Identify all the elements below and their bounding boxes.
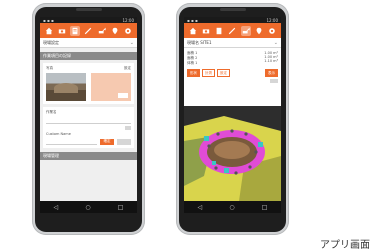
excavator-icon[interactable]: [240, 25, 251, 36]
right-phone: ▪ ▪ ▪ 12:00 現場名 SITE1 ⌄ 面積 1 面積 2 体積 1 1…: [176, 3, 289, 235]
sub-header-label: 現場名 SITE1: [187, 39, 212, 45]
field-label: 作業名: [46, 110, 57, 114]
home-icon[interactable]: [188, 26, 198, 36]
recent-apps-icon[interactable]: □: [262, 204, 268, 211]
sub-header[interactable]: 現場名 SITE1 ⌄: [184, 38, 281, 48]
cancel-button[interactable]: [117, 138, 131, 145]
tag-button-settings[interactable]: 設定: [217, 69, 230, 77]
measure-icon[interactable]: [227, 26, 237, 36]
site-photo[interactable]: [46, 73, 86, 101]
camera-icon[interactable]: [57, 26, 67, 36]
back-icon[interactable]: ◁: [198, 204, 203, 211]
recent-apps-icon[interactable]: □: [118, 204, 124, 211]
right-phone-screen: ▪ ▪ ▪ 12:00 現場名 SITE1 ⌄ 面積 1 面積 2 体積 1 1…: [184, 17, 281, 213]
tag-button-shape[interactable]: 形状: [187, 69, 200, 77]
sub-header-label: 現場設定: [43, 39, 59, 45]
marker-4[interactable]: [212, 161, 216, 165]
status-icons: ▪ ▪ ▪: [187, 17, 198, 23]
left-phone-speaker: [75, 8, 102, 11]
home-nav-icon[interactable]: ○: [85, 204, 90, 211]
photo-label: 写真: [46, 66, 53, 70]
toggle-button[interactable]: [125, 126, 131, 130]
caption: アプリ画面: [320, 240, 370, 251]
section-header-footer: 現場管理: [40, 152, 137, 160]
view-button[interactable]: 表示: [265, 69, 278, 77]
measurements-panel: 面積 1 面積 2 体積 1 1.00 m² 1.00 m² 1.10 m³ 形…: [184, 48, 281, 83]
measure-icon[interactable]: [83, 26, 93, 36]
pit-inner: [214, 141, 250, 159]
app-toolbar: [40, 23, 137, 38]
chevron-down-icon[interactable]: ⌄: [130, 40, 134, 46]
sub-field-label: Custom Name: [46, 132, 71, 136]
app-toolbar: [184, 23, 281, 38]
photo-placeholder[interactable]: [91, 73, 131, 101]
custom-name-input[interactable]: [46, 138, 97, 145]
document-icon[interactable]: [214, 26, 224, 36]
right-phone-speaker: [219, 8, 246, 11]
terrain-3d-view[interactable]: [184, 106, 281, 201]
add-photo-button[interactable]: [118, 93, 128, 98]
marker-1[interactable]: [204, 136, 209, 141]
android-navbar: ◁ ○ □: [40, 201, 137, 213]
document-icon[interactable]: [70, 25, 81, 36]
home-nav-icon[interactable]: ○: [229, 204, 234, 211]
status-time: 12:00: [266, 17, 278, 23]
location-pin-icon[interactable]: [110, 26, 120, 36]
work-name-input[interactable]: [46, 117, 131, 124]
photo-card: 写真 設定: [43, 63, 134, 104]
secondary-toggle[interactable]: [270, 79, 278, 83]
row-value-3: 1.10 m³: [264, 59, 278, 63]
excavator-icon[interactable]: [97, 26, 107, 36]
back-icon[interactable]: ◁: [54, 204, 59, 211]
confirm-button[interactable]: 確定: [100, 138, 114, 145]
marker-2[interactable]: [258, 142, 263, 147]
android-navbar: ◁ ○ □: [184, 201, 281, 213]
sub-header[interactable]: 現場設定 ⌄: [40, 38, 137, 48]
home-icon[interactable]: [44, 26, 54, 36]
marker-3[interactable]: [224, 168, 229, 173]
camera-icon[interactable]: [201, 26, 211, 36]
location-pin-icon[interactable]: [254, 26, 264, 36]
tag-button-measure[interactable]: 計測: [202, 69, 215, 77]
status-icons: ▪ ▪ ▪: [43, 17, 54, 23]
chevron-down-icon[interactable]: ⌄: [274, 40, 278, 46]
settings-label: 設定: [124, 66, 131, 70]
gear-icon[interactable]: [123, 26, 133, 36]
field-card: 作業名 Custom Name 確定: [43, 107, 134, 148]
left-phone-screen: ▪ ▪ ▪ 12:00 現場設定 ⌄ 作業項目の記録 写真 設定 作業名 Cus…: [40, 17, 137, 213]
section-header-records: 作業項目の記録: [40, 52, 137, 60]
row-label-3: 体積 1: [187, 61, 198, 65]
gear-icon[interactable]: [267, 26, 277, 36]
left-phone: ▪ ▪ ▪ 12:00 現場設定 ⌄ 作業項目の記録 写真 設定 作業名 Cus…: [32, 3, 145, 235]
status-time: 12:00: [122, 17, 134, 23]
